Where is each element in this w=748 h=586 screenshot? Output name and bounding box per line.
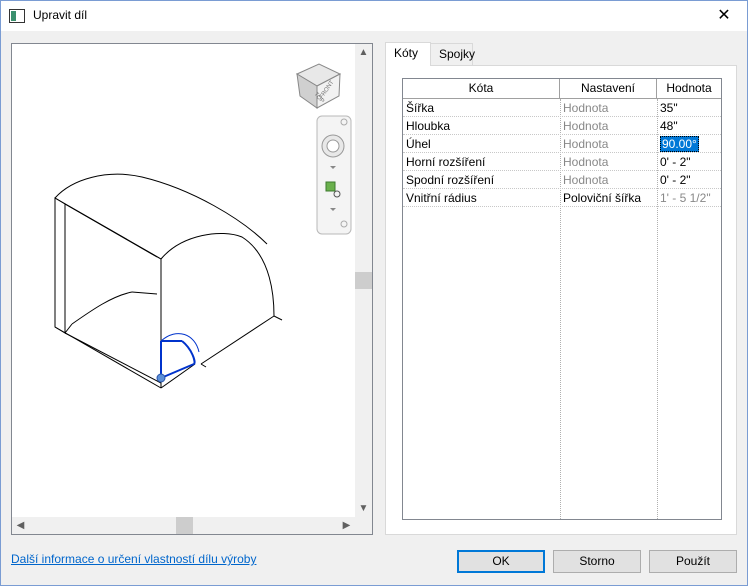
selected-value-text[interactable]: 90.00° — [660, 136, 699, 152]
help-link[interactable]: Další informace o určení vlastností dílu… — [11, 552, 256, 566]
row-name: Vnitřní rádius — [406, 191, 477, 205]
zoom-window-icon — [325, 181, 336, 192]
tab-koty[interactable]: Kóty — [385, 42, 431, 66]
scroll-right-icon[interactable]: ▶ — [338, 517, 355, 534]
title-bar: Upravit díl ✕ — [1, 1, 747, 31]
tab-panel-koty: Kóta Nastavení Hodnota Šířka Hodnota 35"… — [385, 65, 737, 535]
table-row[interactable]: Spodní rozšíření Hodnota 0' - 2" — [403, 171, 721, 189]
row-setting[interactable]: Hodnota — [560, 171, 657, 189]
horizontal-scroll-thumb[interactable] — [176, 517, 193, 534]
row-name: Horní rozšíření — [406, 155, 486, 169]
window-title: Upravit díl — [33, 8, 88, 22]
app-icon — [9, 9, 25, 23]
scroll-left-icon[interactable]: ◀ — [12, 517, 29, 534]
scroll-up-icon[interactable]: ▲ — [355, 44, 372, 61]
vertical-scroll-thumb[interactable] — [355, 272, 372, 289]
viewcube[interactable]: TOP FRONT — [295, 63, 342, 109]
row-name: Šířka — [406, 101, 435, 115]
row-setting[interactable]: Hodnota — [560, 117, 657, 135]
column-header-nastaveni[interactable]: Nastavení — [560, 79, 657, 99]
column-header-hodnota[interactable]: Hodnota — [657, 79, 721, 99]
scroll-down-icon[interactable]: ▼ — [355, 500, 372, 517]
angle-grip-handle[interactable] — [156, 373, 166, 383]
tab-spojky[interactable]: Spojky — [430, 43, 475, 65]
row-setting[interactable]: Hodnota — [560, 153, 657, 171]
apply-button[interactable]: Použít — [649, 550, 737, 573]
row-value[interactable]: 0' - 2" — [657, 153, 721, 171]
part-preview-viewport[interactable]: TOP FRONT ▲ ▼ ◀ ▶ — [11, 43, 373, 535]
ok-button[interactable]: OK — [457, 550, 545, 573]
row-value-selected[interactable]: 90.00° — [657, 135, 721, 153]
row-value[interactable]: 35" — [657, 99, 721, 117]
table-row[interactable]: Šířka Hodnota 35" — [403, 99, 721, 117]
table-row[interactable]: Horní rozšíření Hodnota 0' - 2" — [403, 153, 721, 171]
duct-elbow-drawing: TOP FRONT — [54, 63, 352, 389]
angle-annotation — [160, 333, 200, 379]
table-row[interactable]: Hloubka Hodnota 48" — [403, 117, 721, 135]
row-name: Hloubka — [406, 119, 451, 133]
duct-elbow-wireframe — [54, 173, 283, 389]
row-name: Spodní rozšíření — [406, 173, 495, 187]
row-setting[interactable]: Hodnota — [560, 99, 657, 117]
dimensions-grid: Kóta Nastavení Hodnota Šířka Hodnota 35"… — [402, 78, 722, 520]
cancel-button[interactable]: Storno — [553, 550, 641, 573]
preview-canvas[interactable]: TOP FRONT — [12, 44, 355, 517]
vertical-scrollbar[interactable]: ▲ ▼ — [355, 44, 372, 517]
table-row[interactable]: Úhel Hodnota 90.00° — [403, 135, 721, 153]
row-value: 1' - 5 1/2" — [660, 191, 711, 205]
column-header-kota[interactable]: Kóta — [403, 79, 560, 99]
dialog-window: Upravit díl ✕ TOP FRONT ▲ ▼ ◀ ▶ Kóty Spo… — [0, 0, 748, 586]
close-button[interactable]: ✕ — [701, 1, 747, 31]
table-row[interactable]: Vnitřní rádius Poloviční šířka 1' - 5 1/… — [403, 189, 721, 207]
row-setting[interactable]: Poloviční šířka — [560, 189, 657, 207]
horizontal-scrollbar[interactable]: ◀ ▶ — [12, 517, 355, 534]
row-setting[interactable]: Hodnota — [560, 135, 657, 153]
row-value[interactable]: 0' - 2" — [657, 171, 721, 189]
navigation-bar — [316, 115, 352, 235]
grid-header: Kóta Nastavení Hodnota — [403, 79, 721, 99]
scroll-corner — [355, 517, 372, 534]
row-name: Úhel — [406, 137, 431, 151]
row-value[interactable]: 48" — [657, 117, 721, 135]
